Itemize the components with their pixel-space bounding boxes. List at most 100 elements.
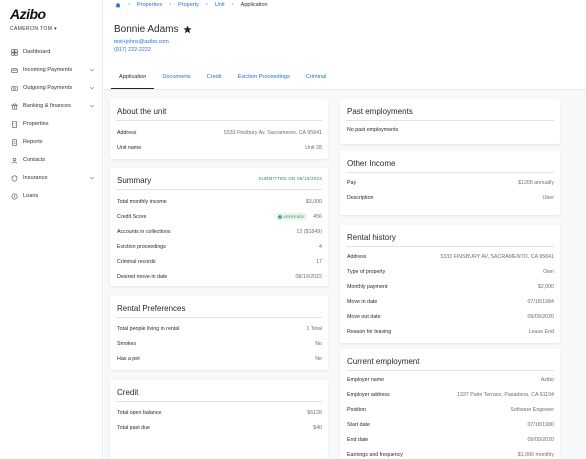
card-title: Credit bbox=[117, 388, 139, 397]
empty-text: No past employments bbox=[347, 126, 399, 133]
row-value: Unit 28 bbox=[305, 144, 322, 151]
detail-row: Monthly payment $2,000 bbox=[347, 279, 554, 294]
sidebar-item-label: Reports bbox=[23, 139, 43, 145]
tab-eviction-proceedings[interactable]: Eviction Proceedings bbox=[230, 69, 298, 89]
detail-row: Move in date 07/18/1984 bbox=[347, 294, 554, 309]
divider bbox=[346, 120, 554, 121]
card-title: Past employments bbox=[347, 107, 413, 116]
row-label: Total past due bbox=[117, 424, 150, 431]
row-value: $40 bbox=[313, 424, 322, 431]
applicant-email[interactable]: test+johns@azibo.com bbox=[114, 39, 169, 45]
applicant-name-row: Bonnie Adams bbox=[114, 24, 192, 35]
loan-icon bbox=[10, 192, 18, 200]
row-label: Criminal records bbox=[117, 258, 156, 265]
tab-criminal[interactable]: Criminal bbox=[298, 69, 335, 89]
sidebar-item-insurance[interactable]: Insurance bbox=[0, 169, 103, 187]
row-label: End date bbox=[347, 436, 369, 443]
star-icon[interactable] bbox=[182, 25, 192, 34]
credit-card: Credit Total open balance $6128 Total pas… bbox=[110, 380, 328, 459]
row-value: 07/18/1984 bbox=[527, 298, 554, 305]
detail-row: Unit name Unit 28 bbox=[117, 140, 322, 155]
row-value: 13 ($1849) bbox=[296, 228, 322, 235]
azibo-logo[interactable]: Azibo bbox=[10, 6, 46, 22]
user-menu[interactable]: CAMERON TOM ▾ bbox=[10, 26, 57, 32]
divider bbox=[346, 172, 554, 173]
detail-row: Total past due $40 bbox=[117, 420, 322, 435]
applicant-header: Bonnie Adams test+johns@azibo.com (917) … bbox=[104, 14, 586, 90]
home-icon[interactable] bbox=[115, 2, 121, 8]
topbar: › Properties › Property › Unit › Applica… bbox=[104, 0, 586, 14]
row-value: 08/19/2022 bbox=[295, 273, 322, 280]
sidebar-item-dashboard[interactable]: Dashboard bbox=[0, 43, 103, 61]
sidebar-item-reports[interactable]: Reports bbox=[0, 133, 103, 151]
detail-row: Credit Score VERIFIED 456 bbox=[117, 209, 322, 224]
chevron-right-icon: › bbox=[128, 2, 130, 8]
sidebar-item-label: Insurance bbox=[23, 175, 48, 181]
chevron-down-icon bbox=[89, 176, 95, 180]
card-title: Other Income bbox=[347, 159, 396, 168]
chevron-right-icon: › bbox=[169, 2, 172, 8]
tab-application[interactable]: Application bbox=[111, 69, 155, 89]
row-label: Employer address bbox=[347, 391, 390, 398]
applicant-name: Bonnie Adams bbox=[114, 24, 179, 35]
sidebar-item-properties[interactable]: Properties bbox=[0, 115, 103, 133]
sidebar-item-banking[interactable]: Banking & finances bbox=[0, 97, 103, 115]
sidebar-nav: Dashboard Incoming Payments Outgoing Pay… bbox=[0, 43, 103, 205]
detail-row: End date 09/09/2020 bbox=[347, 432, 554, 447]
dashboard-icon bbox=[10, 48, 18, 56]
row-label: Accounts in collections bbox=[117, 228, 171, 235]
chevron-down-icon bbox=[89, 86, 95, 90]
tab-credit[interactable]: Credit bbox=[199, 69, 230, 89]
row-label: Position bbox=[347, 406, 366, 413]
row-value: 4 bbox=[319, 243, 322, 250]
other-income-card: Other Income Pay $1200 annually Descripti… bbox=[340, 151, 560, 215]
divider bbox=[346, 370, 554, 371]
breadcrumb-property[interactable]: Property bbox=[178, 2, 199, 8]
row-value: 5333 Finsbury Av, Sacramento, CA 95841 bbox=[223, 129, 322, 136]
report-icon bbox=[10, 138, 18, 146]
bank-icon bbox=[10, 102, 18, 110]
row-value: $3,000 bbox=[305, 198, 322, 205]
detail-row: Has a pet No bbox=[117, 351, 322, 366]
chevron-down-icon bbox=[89, 104, 95, 108]
row-value: 1337 Palm Terrace, Pasadena, CA 91104 bbox=[457, 391, 554, 398]
chevron-right-icon: › bbox=[205, 2, 208, 8]
sidebar-item-incoming-payments[interactable]: Incoming Payments bbox=[0, 61, 103, 79]
divider bbox=[346, 246, 554, 247]
tab-divider bbox=[104, 89, 586, 90]
sidebar-item-label: Dashboard bbox=[23, 49, 51, 55]
sidebar-item-contacts[interactable]: Contacts bbox=[0, 151, 103, 169]
detail-row: Total monthly income $3,000 bbox=[117, 194, 322, 209]
row-label: Monthly payment bbox=[347, 283, 388, 290]
building-icon bbox=[10, 120, 18, 128]
chevron-down-icon bbox=[89, 68, 95, 72]
sidebar-item-loans[interactable]: Loans bbox=[0, 187, 103, 205]
breadcrumb-properties[interactable]: Properties bbox=[137, 2, 162, 8]
detail-row: Start date 07/18/1980 bbox=[347, 417, 554, 432]
detail-row: Eviction proceedings 4 bbox=[117, 239, 322, 254]
rental-preferences-card: Rental Preferences Total people living i… bbox=[110, 296, 328, 370]
tab-bar: Application Documents Credit Eviction Pr… bbox=[111, 69, 334, 89]
empty-state: No past employments bbox=[347, 122, 554, 137]
detail-row: Criminal records 17 bbox=[117, 254, 322, 269]
row-value: 1 Total bbox=[306, 325, 322, 332]
row-label: Address bbox=[117, 129, 137, 136]
sidebar-item-outgoing-payments[interactable]: Outgoing Payments bbox=[0, 79, 103, 97]
row-label: Description bbox=[347, 194, 374, 201]
row-value: 5333 FINSBURY AV, SACRAMENTO, CA 95841 bbox=[440, 253, 554, 260]
detail-row: Pay $1200 annually bbox=[347, 175, 554, 190]
row-value: 456 bbox=[313, 213, 322, 220]
sidebar-item-label: Contacts bbox=[23, 157, 46, 163]
check-circle-icon bbox=[277, 214, 282, 219]
card-title: Current employment bbox=[347, 357, 420, 366]
breadcrumb-unit[interactable]: Unit bbox=[215, 2, 225, 8]
tab-documents[interactable]: Documents bbox=[154, 69, 198, 89]
sidebar: Azibo CAMERON TOM ▾ Dashboard Incoming P… bbox=[0, 0, 103, 459]
row-label: Reason for leaving bbox=[347, 328, 392, 335]
row-value: $1,000 monthly bbox=[517, 451, 554, 458]
chevron-right-icon: › bbox=[231, 2, 234, 8]
row-value: $2,000 bbox=[537, 283, 554, 290]
applicant-phone[interactable]: (917) 222-2222 bbox=[114, 47, 151, 53]
about-unit-card: About the unit Address 5333 Finsbury Av, … bbox=[110, 99, 328, 159]
detail-row: Move out date 09/09/2020 bbox=[347, 309, 554, 324]
